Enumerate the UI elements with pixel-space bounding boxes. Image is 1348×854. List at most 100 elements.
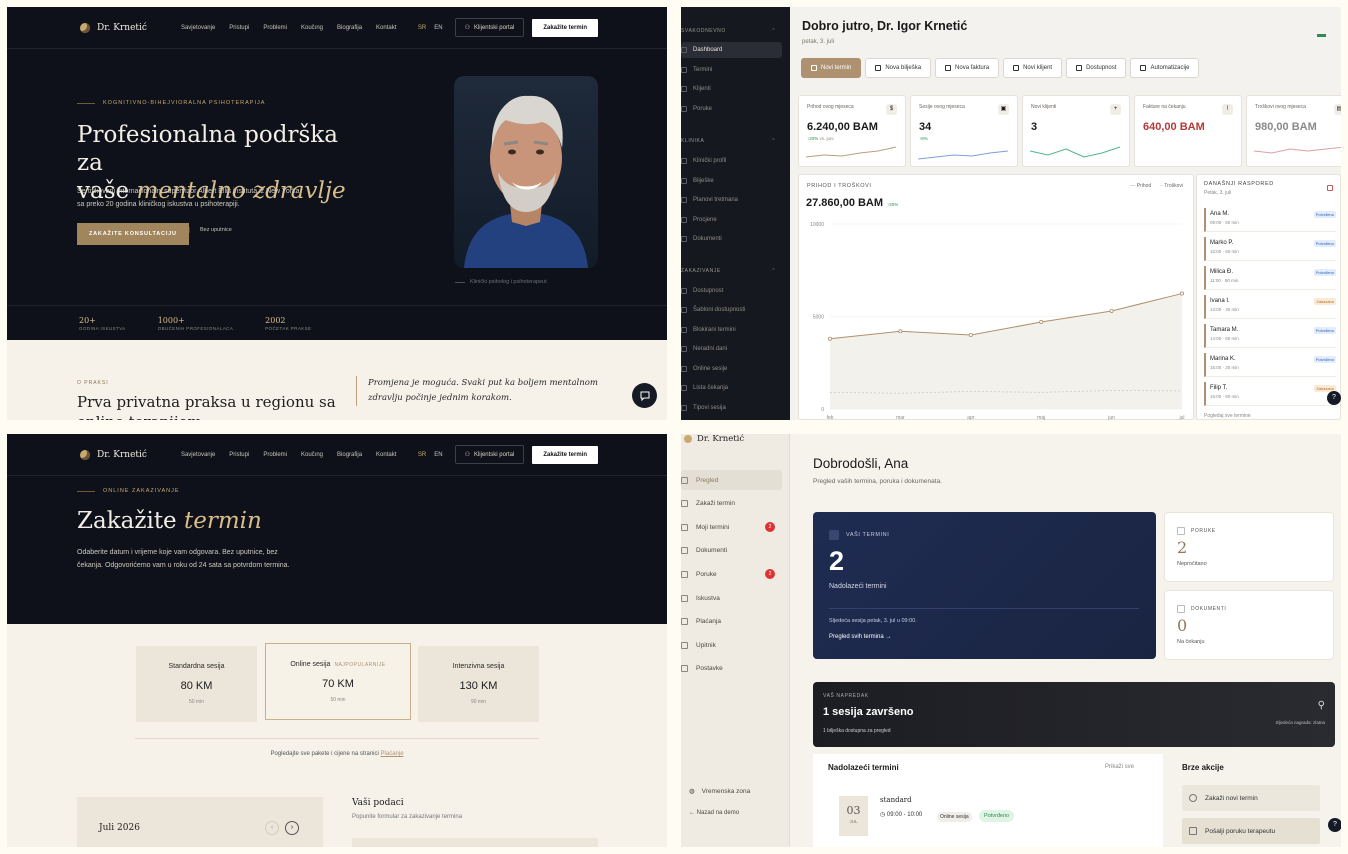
book-appointment-button[interactable]: Zakažite termin	[532, 18, 598, 37]
sidebar-item-documents[interactable]: Dokumenti	[681, 231, 782, 247]
documents-card[interactable]: DOKUMENTI 0 Na čekanju	[1164, 590, 1334, 660]
schedule-row[interactable]: Marko P. 10:00 · 60 min Potvrđeno	[1204, 237, 1336, 261]
action-label: Automatizacije	[1150, 65, 1190, 71]
consultation-button[interactable]: ZAKAŽITE KONSULTACIJU	[77, 223, 189, 245]
portal-nav-item[interactable]: Moji termini 2	[681, 517, 782, 537]
sidebar-item-label: Dashboard	[693, 47, 723, 53]
book-new-appointment-button[interactable]: Zakaži novi termin	[1182, 785, 1320, 811]
all-appointments-link[interactable]: Pogledaj sve termine	[1204, 413, 1251, 419]
new-client-button[interactable]: Novi klijent	[1003, 58, 1063, 78]
sidebar-item-treatment-plans[interactable]: Planovi tretmana	[681, 192, 782, 208]
lang-en[interactable]: EN	[434, 25, 442, 31]
nav-link-kontakt[interactable]: Kontakt	[376, 25, 396, 31]
sidebar-item-availability[interactable]: Dostupnost	[681, 283, 782, 299]
sidebar-item-off-days[interactable]: Neradni dani	[681, 341, 782, 357]
sidebar-item-termini[interactable]: Termini	[681, 62, 782, 78]
section-scheduling[interactable]: ZAKAZIVANJE ⌃	[681, 268, 776, 274]
show-all-link[interactable]: Prikaži sve	[1105, 764, 1134, 770]
portal-nav-item[interactable]: Upitnik	[681, 635, 782, 655]
availability-button[interactable]: Dostupnost	[1066, 58, 1127, 78]
sidebar-item-blocked[interactable]: Blokirani termini	[681, 322, 782, 338]
schedule-row[interactable]: Filip T. 16:00 · 60 min Zakazano	[1204, 382, 1336, 406]
chat-button[interactable]	[632, 383, 657, 408]
pricing-note: Pogledajte sve pakete i cijene na strani…	[7, 751, 667, 757]
book-appointment-button[interactable]: Zakažite termin	[532, 445, 598, 464]
sidebar-item-dashboard[interactable]: Dashboard	[681, 42, 782, 58]
new-invoice-button[interactable]: Nova faktura	[935, 58, 1000, 78]
nav-link-savjetovanje[interactable]: Savjetovanje	[181, 452, 215, 458]
form-subtitle: Popunite formular za zakazivanje termina	[352, 814, 463, 820]
new-note-button[interactable]: Nova bilješka	[865, 58, 932, 78]
appointment-time: ◷ 09:00 - 10:00	[880, 811, 922, 818]
sidebar-item-assessments[interactable]: Procjene	[681, 212, 782, 228]
grid-icon	[681, 476, 688, 484]
client-portal-button[interactable]: ⚇ Klijentski portal	[454, 18, 525, 37]
timezone-selector[interactable]: ◍ Vremenska zona	[689, 787, 750, 796]
sidebar-item-clinical-profile[interactable]: Klinički profil	[681, 153, 782, 169]
nav-label: Iskustva	[696, 594, 720, 602]
nav-link-problemi[interactable]: Problemi	[263, 25, 287, 31]
portal-nav-item[interactable]: Iskustva	[681, 588, 782, 608]
sidebar-item-session-types[interactable]: Tipovi sesija	[681, 400, 782, 416]
nav-link-coaching[interactable]: Koučıng	[301, 25, 323, 31]
portal-nav-item[interactable]: Dokumenti	[681, 541, 782, 561]
kpi-value: 640,00 BAM	[1143, 121, 1205, 133]
section-daily[interactable]: SVAKODNEVNO ⌃	[681, 28, 776, 34]
automations-button[interactable]: Automatizacije	[1130, 58, 1200, 78]
portal-nav-item[interactable]: Zakaži termin	[681, 494, 782, 514]
schedule-row[interactable]: Milica Đ. 11:00 · 90 min Potvrđeno	[1204, 266, 1336, 290]
sidebar-item-online-sessions[interactable]: Online sesije	[681, 361, 782, 377]
nav-link-pristupi[interactable]: Pristupi	[229, 452, 249, 458]
brand-logo[interactable]: Dr. Krnetić	[80, 22, 147, 33]
hero-title-line1: Profesionalna podrška za	[77, 122, 338, 176]
package-online[interactable]: Online sesija NAJPOPULARNIJE 70 KM 50 min	[265, 643, 411, 720]
nav-link-kontakt[interactable]: Kontakt	[376, 452, 396, 458]
portal-nav-item[interactable]: Poruke 2	[681, 564, 782, 584]
prihod-point	[1109, 308, 1114, 313]
nav-link-biografija[interactable]: Biografija	[337, 25, 362, 31]
nav-link-biografija[interactable]: Biografija	[337, 452, 362, 458]
back-to-demo-link[interactable]: ← Nazad na demo	[689, 810, 739, 816]
lang-sr[interactable]: SR	[418, 452, 426, 458]
help-button[interactable]: ?	[1328, 818, 1341, 832]
y-tick-label: 0	[821, 407, 824, 413]
nav-link-pristupi[interactable]: Pristupi	[229, 25, 249, 31]
all-appointments-link[interactable]: Pregled svih termina →	[829, 634, 891, 640]
sidebar-item-notes[interactable]: Bilješke	[681, 173, 782, 189]
schedule-row[interactable]: Marina K. 15:00 · 20 min Potvrđeno	[1204, 353, 1336, 377]
next-month-button[interactable]: ›	[285, 821, 299, 835]
clock-icon	[1076, 65, 1083, 71]
divider	[135, 738, 539, 739]
session-time: 11:00 · 90 min	[1210, 278, 1239, 283]
progress-card: VAŠ NAPREDAK 1 sesija završeno 1 bilješk…	[813, 682, 1335, 747]
sidebar-item-waitlist[interactable]: Lista čekanja	[681, 380, 782, 396]
form-field[interactable]	[352, 838, 598, 847]
package-standard[interactable]: Standardna sesija 80 KM 50 min	[136, 646, 257, 722]
section-clinic[interactable]: KLINIKA ⌃	[681, 138, 776, 144]
lang-sr[interactable]: SR	[418, 25, 426, 31]
prev-month-button[interactable]: ‹	[265, 821, 279, 835]
portal-nav-item[interactable]: Postavke	[681, 659, 782, 679]
client-portal-button[interactable]: ⚇ Klijentski portal	[454, 445, 525, 464]
sidebar-item-klijenti[interactable]: Klijenti	[681, 81, 782, 97]
message-therapist-button[interactable]: Pošalji poruku terapeutu	[1182, 818, 1320, 844]
nav-link-problemi[interactable]: Problemi	[263, 452, 287, 458]
help-button[interactable]: ?	[1327, 391, 1341, 405]
schedule-row[interactable]: Ana M. 09:00 · 60 min Potvrđeno	[1204, 208, 1336, 232]
sidebar-item-templates[interactable]: Šabloni dostupnosti	[681, 302, 782, 318]
schedule-row[interactable]: Ivana I. 13:00 · 30 min Zakazano	[1204, 295, 1336, 319]
lang-en[interactable]: EN	[434, 452, 442, 458]
payments-link[interactable]: Plaćanje	[381, 751, 404, 757]
brand-logo[interactable]: Dr. Krnetić	[80, 449, 147, 460]
nav-link-coaching[interactable]: Koučıng	[301, 452, 323, 458]
portal-nav-item[interactable]: Pregled	[681, 470, 782, 490]
portal-nav-item[interactable]: Plaćanja	[681, 612, 782, 632]
messages-card[interactable]: PORUKE 2 Nepročitano	[1164, 512, 1334, 582]
schedule-row[interactable]: Tamara M. 14:00 · 60 min Potvrđeno	[1204, 324, 1336, 348]
nav-link-savjetovanje[interactable]: Savjetovanje	[181, 25, 215, 31]
no-referral-link[interactable]: Bez uputnice	[189, 227, 232, 233]
package-intensive[interactable]: Intenzivna sesija 130 KM 90 min	[418, 646, 539, 722]
sidebar-item-poruke[interactable]: Poruke	[681, 101, 782, 117]
brand-logo[interactable]: Dr. Krnetić	[684, 434, 744, 444]
new-appointment-button[interactable]: Novi termin	[801, 58, 862, 78]
